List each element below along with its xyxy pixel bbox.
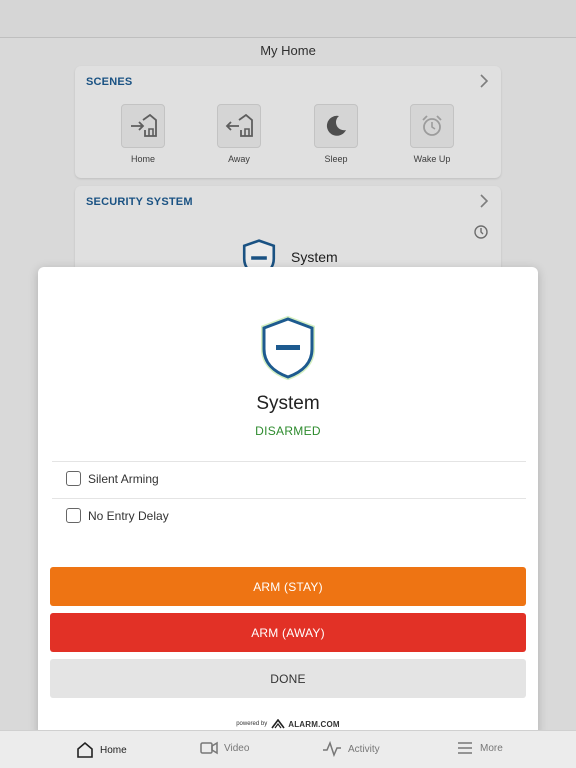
tab-bar: Home Video Activity More [0,730,576,768]
alarm-logo-icon [271,719,285,729]
no-entry-delay-option[interactable]: No Entry Delay [66,508,169,523]
brand-name: ALARM.COM [288,719,340,729]
system-name: System [256,393,320,414]
tab-more-label: More [480,742,503,754]
powered-by: powered by ALARM.COM [38,719,538,729]
tab-video[interactable]: Video [200,741,249,755]
arming-dialog: System DISARMED Silent Arming No Entry D… [38,267,538,737]
video-camera-icon [200,741,218,755]
tab-more[interactable]: More [456,741,503,755]
silent-arming-option[interactable]: Silent Arming [66,471,159,486]
tab-activity-label: Activity [348,743,380,755]
silent-arming-checkbox[interactable] [66,471,81,486]
tab-activity[interactable]: Activity [322,741,380,757]
arm-away-button[interactable]: ARM (AWAY) [50,613,526,652]
tab-home-label: Home [100,744,127,756]
shield-icon [261,315,315,381]
divider [52,498,526,499]
no-entry-delay-checkbox[interactable] [66,508,81,523]
activity-pulse-icon [323,741,341,757]
menu-lines-icon [458,742,472,754]
powered-by-text: powered by [236,721,268,727]
house-icon [77,741,93,758]
arm-stay-button[interactable]: ARM (STAY) [50,567,526,606]
tab-home[interactable]: Home [76,741,127,759]
no-entry-delay-label: No Entry Delay [88,508,169,523]
status-badge: DISARMED [255,424,321,438]
done-button[interactable]: DONE [50,659,526,698]
divider [52,461,526,462]
silent-arming-label: Silent Arming [88,471,159,486]
tab-video-label: Video [224,742,250,754]
